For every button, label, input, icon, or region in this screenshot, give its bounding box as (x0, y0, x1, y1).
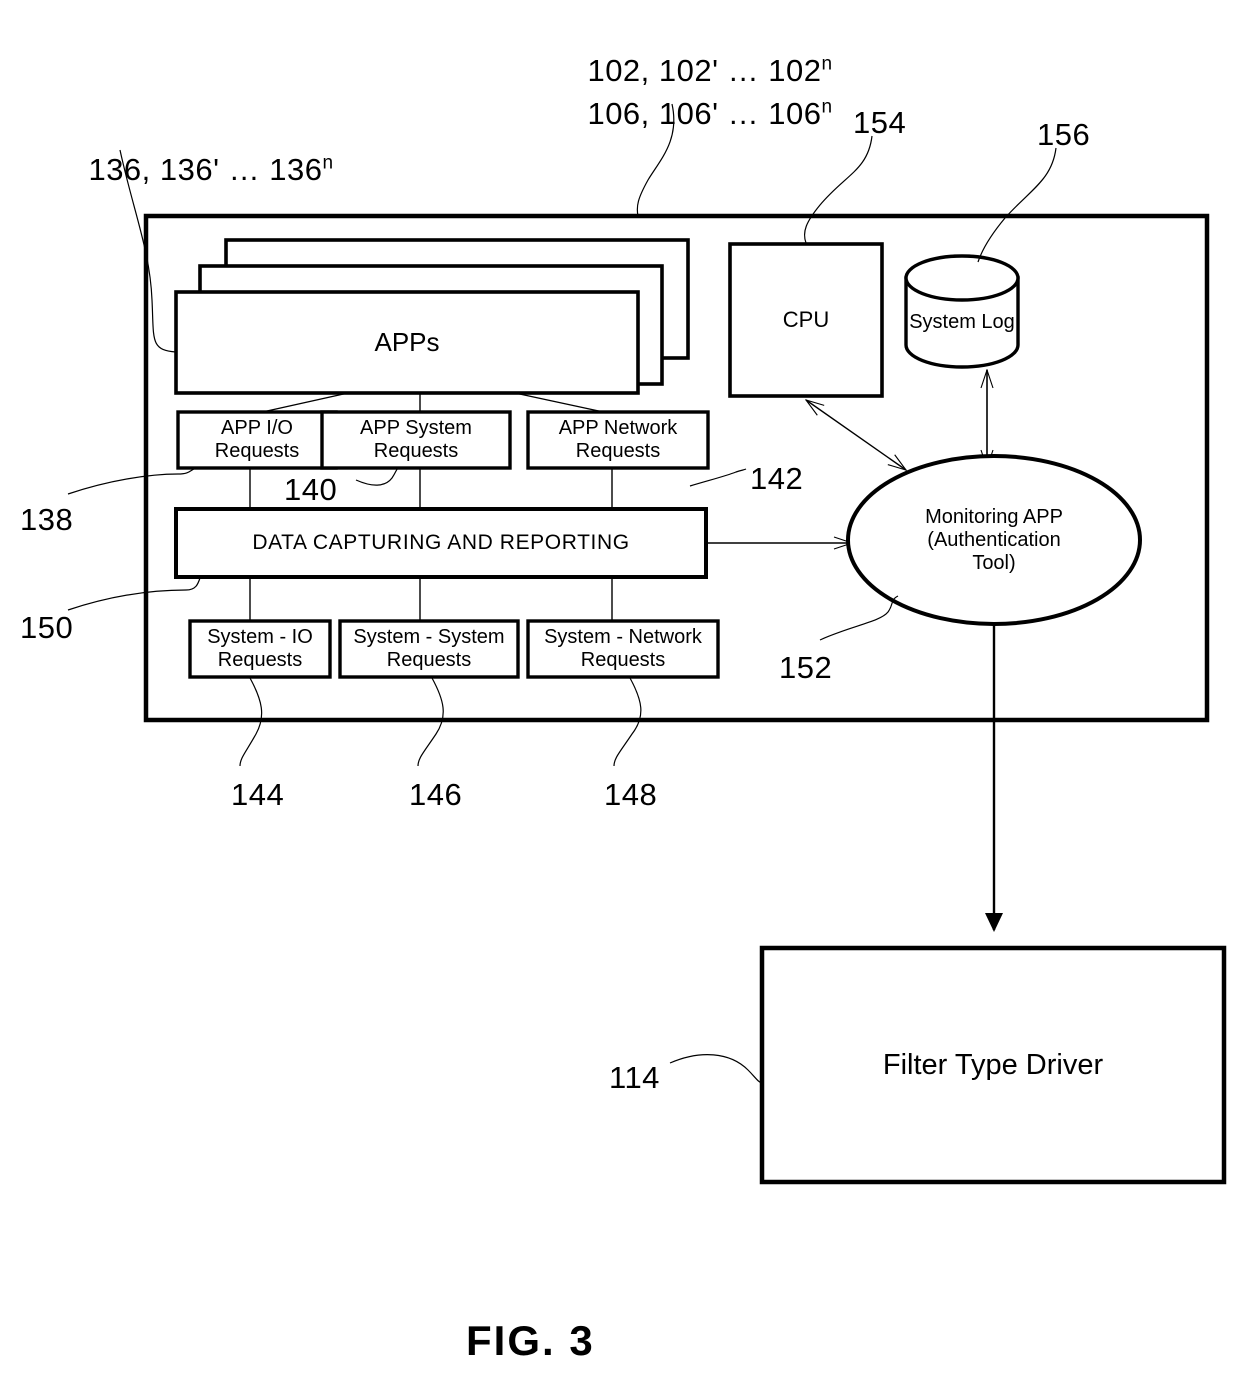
filter-type-driver-label-wrap: Filter Type Driver (762, 948, 1224, 1182)
app-network-requests-line1: APP Network (558, 417, 678, 439)
monitoring-app-line2: (Authentication (927, 528, 1061, 551)
ref-label-142: 142 (750, 461, 804, 496)
system-system-requests-label-wrap: System - System Requests (340, 621, 518, 677)
app-network-requests-label-wrap: APP Network Requests (528, 412, 708, 468)
system-network-requests-line1: System - Network (544, 626, 702, 648)
data-capturing-label-wrap: DATA CAPTURING AND REPORTING (176, 509, 706, 577)
app-io-requests-label-wrap: APP I/O Requests (178, 412, 336, 468)
data-capturing-label: DATA CAPTURING AND REPORTING (252, 531, 630, 554)
ref-label-144: 144 (231, 777, 285, 812)
ref-label-136: 136, 136' … 136n (88, 151, 334, 187)
leader-line-114 (669, 1054, 763, 1084)
system-io-requests-label-wrap: System - IO Requests (190, 621, 330, 677)
system-log-label-wrap: System Log (906, 286, 1018, 358)
ref-label-154: 154 (853, 105, 907, 140)
filter-type-driver-label: Filter Type Driver (882, 1048, 1104, 1081)
apps-label: APPs (374, 327, 440, 357)
system-io-requests-line1: System - IO (207, 626, 313, 648)
ref-label-156: 156 (1037, 117, 1091, 152)
app-io-requests-line1: APP I/O (221, 417, 293, 439)
ref-label-152: 152 (779, 650, 833, 685)
system-system-requests-line1: System - System (353, 626, 505, 648)
app-network-requests-line2: Requests (575, 440, 661, 462)
ref-label-106: 106, 106' … 106n (587, 95, 833, 131)
figure-3-diagram: 102, 102' … 102n 106, 106' … 106n 136, 1… (0, 0, 1240, 1384)
ref-label-150: 150 (20, 610, 74, 645)
system-system-requests-line2: Requests (386, 649, 472, 671)
ref-label-146: 146 (409, 777, 463, 812)
system-log-label: System Log (909, 310, 1015, 333)
ref-label-114: 114 (609, 1060, 660, 1095)
app-system-requests-line2: Requests (373, 440, 459, 462)
app-system-requests-line1: APP System (360, 417, 472, 439)
ref-label-148: 148 (604, 777, 658, 812)
ref-label-138: 138 (20, 502, 74, 537)
ref-label-140: 140 (284, 472, 338, 507)
monitoring-app-line1: Monitoring APP (925, 505, 1063, 528)
system-io-requests-line2: Requests (217, 649, 303, 671)
monitoring-app-line3: Tool) (972, 551, 1016, 574)
cpu-label-wrap: CPU (730, 244, 882, 396)
system-network-requests-label-wrap: System - Network Requests (528, 621, 718, 677)
system-network-requests-line2: Requests (580, 649, 666, 671)
cpu-label: CPU (782, 307, 830, 332)
figure-caption: FIG. 3 (466, 1317, 595, 1364)
app-io-requests-line2: Requests (214, 440, 300, 462)
app-system-requests-label-wrap: APP System Requests (322, 412, 510, 468)
monitoring-app-label-wrap: Monitoring APP (Authentication Tool) (848, 478, 1140, 602)
apps-label-wrap: APPs (176, 292, 638, 393)
